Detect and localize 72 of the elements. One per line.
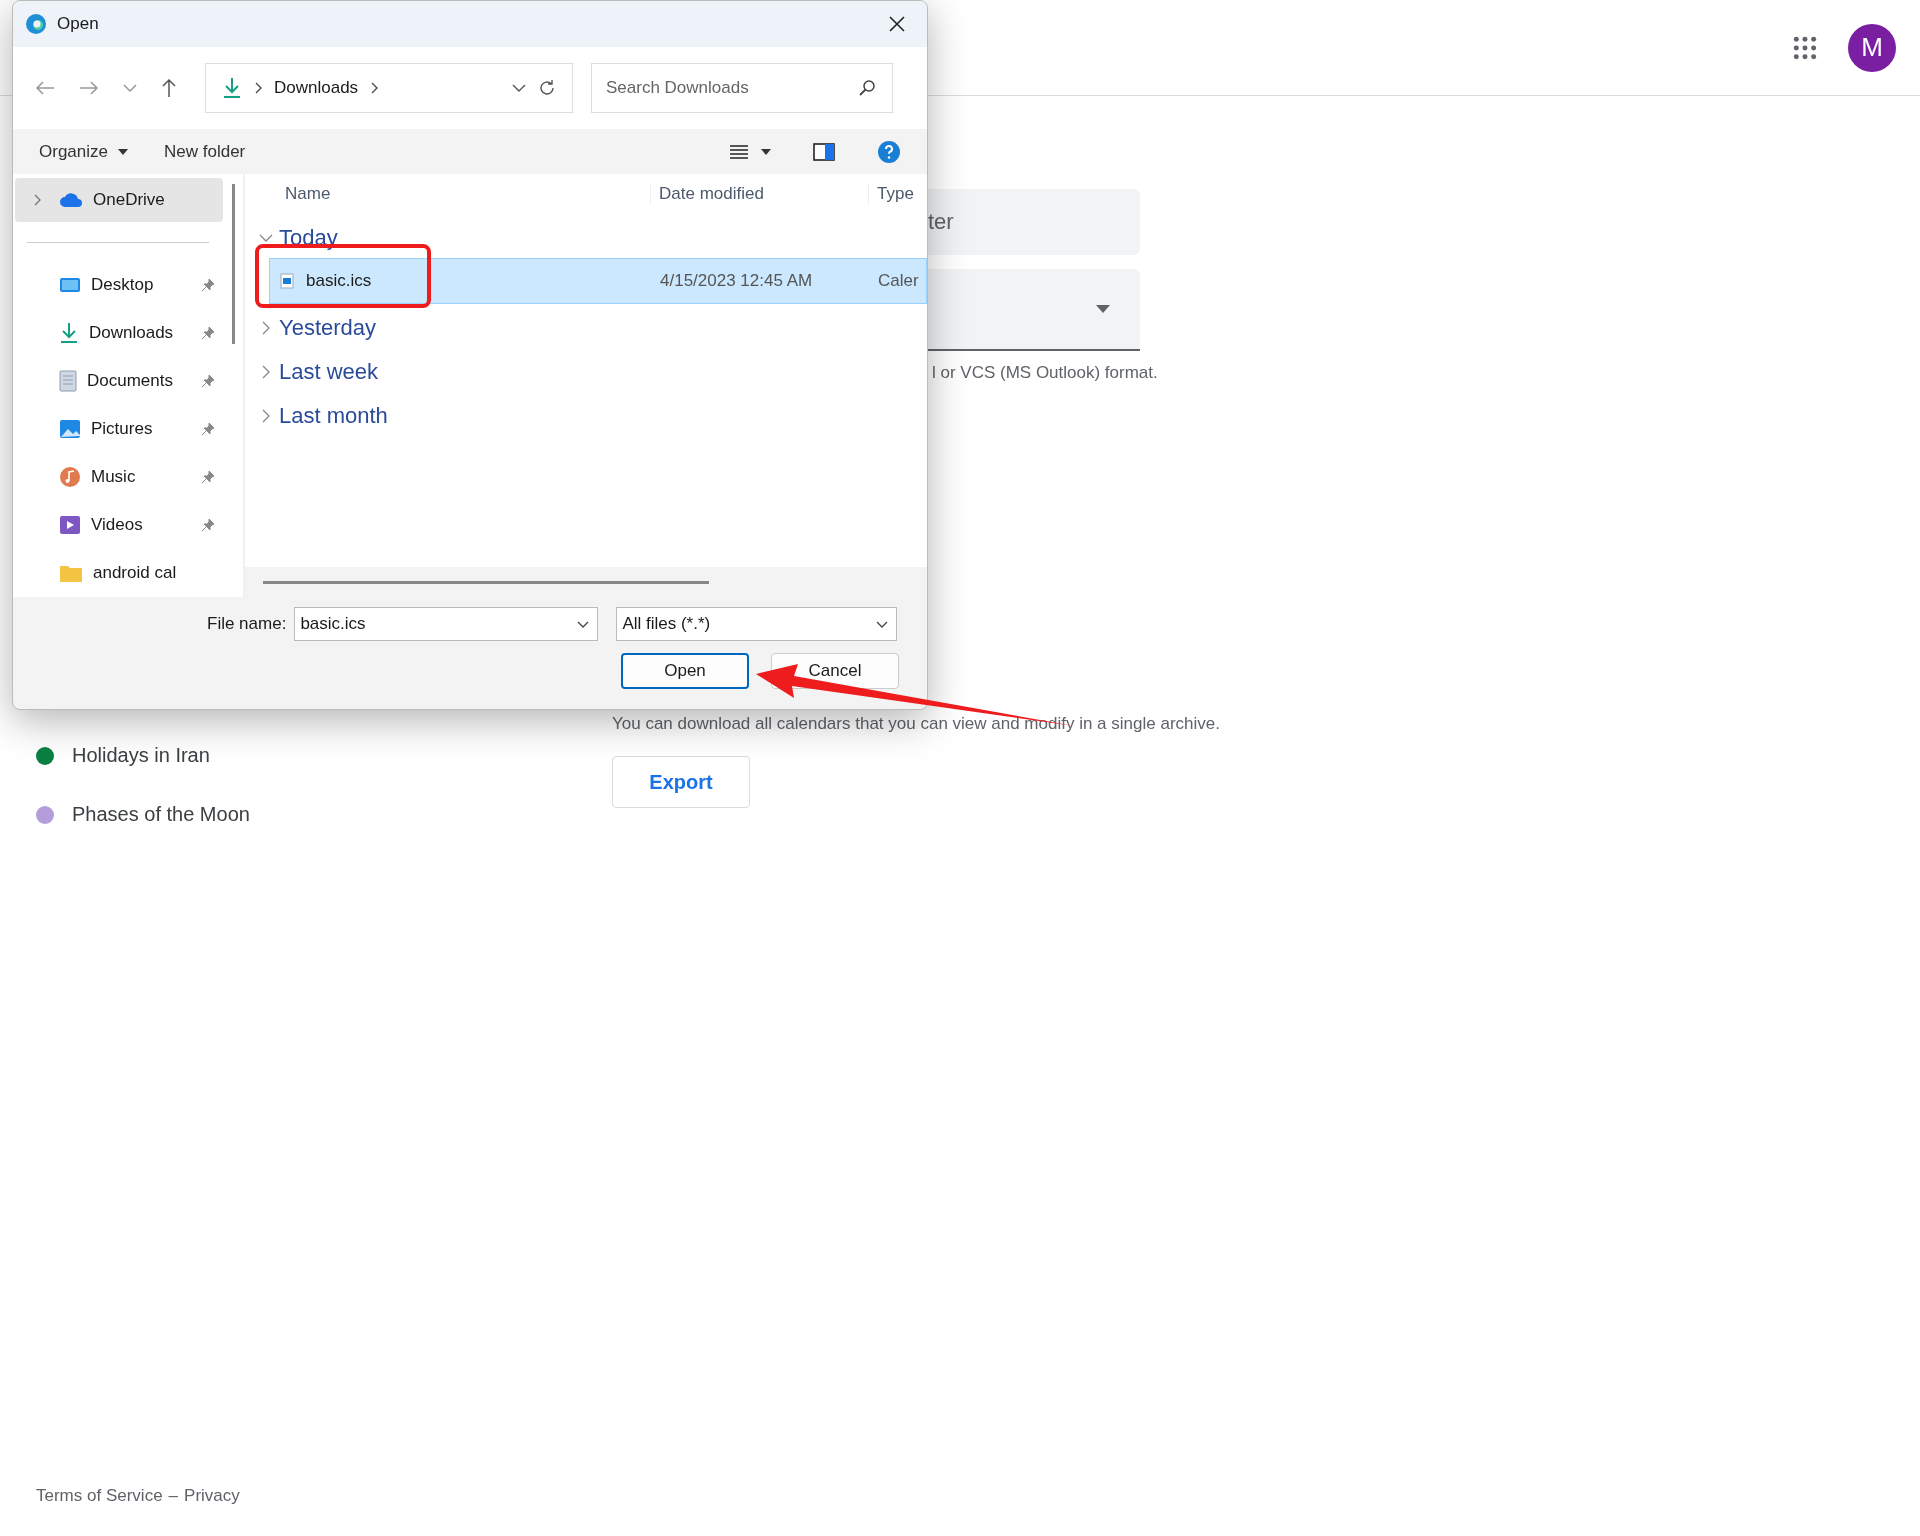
group-header[interactable]: Yesterday (251, 308, 927, 348)
dropdown-caret-icon (1096, 305, 1110, 313)
calendar-file-icon (280, 273, 294, 289)
nav-item[interactable]: OneDrive (15, 178, 223, 222)
export-description: You can download all calendars that you can view and modify in a single archive. (612, 714, 1220, 734)
column-header[interactable]: Type (869, 184, 914, 204)
scrollbar-thumb[interactable] (263, 580, 709, 584)
history-chevron-icon[interactable] (512, 84, 526, 92)
picture-icon (59, 419, 81, 439)
download-arrow-icon (222, 77, 242, 99)
export-button[interactable]: Export (612, 756, 750, 808)
dialog-title: Open (57, 14, 100, 34)
open-button[interactable]: Open (621, 653, 749, 689)
view-list-icon[interactable] (729, 143, 749, 160)
footer-separator: – (168, 1486, 179, 1507)
music-note-icon (59, 466, 81, 488)
preview-pane-icon[interactable] (813, 142, 835, 161)
help-icon[interactable] (877, 139, 901, 164)
dropdown-chevron-icon (876, 620, 889, 628)
video-icon (59, 515, 81, 535)
browser-logo-icon (25, 13, 47, 35)
back-arrow-icon[interactable] (35, 80, 55, 96)
file-name-label: File name: (207, 614, 287, 634)
expand-chevron-icon[interactable] (33, 194, 41, 206)
desktop-icon (59, 276, 81, 294)
search-input[interactable]: Search Downloads (604, 77, 858, 99)
group-header[interactable]: Last week (251, 352, 927, 392)
document-icon (59, 370, 77, 392)
breadcrumb-chevron-icon (370, 82, 379, 94)
dropdown-chevron-icon (577, 620, 590, 628)
calendar-name[interactable]: Phases of the Moon (72, 803, 250, 826)
group-header[interactable]: Last month (251, 396, 927, 436)
account-avatar[interactable]: M (1848, 23, 1896, 72)
new-folder-button[interactable]: New folder (152, 137, 258, 166)
nav-item[interactable]: Pictures (15, 407, 223, 451)
search-field[interactable]: Search Downloads (591, 63, 893, 113)
download-arrow-icon (59, 322, 79, 344)
privacy-link[interactable]: Privacy (184, 1486, 240, 1536)
terms-link[interactable]: Terms of Service (36, 1486, 163, 1536)
cloud-icon (59, 192, 83, 208)
select-field[interactable] (926, 269, 1140, 351)
organize-menu[interactable]: Organize (27, 137, 140, 166)
search-icon (858, 79, 876, 97)
file-name: basic.ics (306, 271, 372, 291)
up-arrow-icon[interactable] (161, 78, 177, 98)
nav-item[interactable]: android cal (15, 551, 223, 595)
nav-item[interactable]: Desktop (15, 263, 223, 307)
file-row[interactable]: basic.ics 4/15/2023 12:45 AM Caler (269, 258, 927, 304)
format-note: l or VCS (MS Outlook) format. (932, 363, 1158, 383)
calendar-name[interactable]: Holidays in Iran (72, 744, 210, 767)
folder-icon (59, 563, 83, 583)
caret-icon[interactable] (761, 148, 771, 155)
file-name-field[interactable]: basic.ics (294, 607, 599, 641)
file-date: 4/15/2023 12:45 AM (659, 271, 814, 291)
forward-arrow-icon[interactable] (79, 80, 99, 96)
apps-grid-icon[interactable] (1792, 34, 1818, 61)
refresh-icon[interactable] (538, 79, 556, 97)
nav-item[interactable]: Music (15, 455, 223, 499)
column-header[interactable]: Date modified (651, 184, 869, 204)
nav-item[interactable]: Documents (15, 359, 223, 403)
breadcrumb-chevron-icon (254, 82, 262, 94)
breadcrumb-location[interactable]: Downloads (274, 78, 359, 98)
nav-item[interactable]: Downloads (15, 311, 223, 355)
address-bar[interactable]: Downloads (205, 63, 573, 113)
file-type: Caler (877, 271, 919, 291)
recent-chevron-icon[interactable] (123, 84, 137, 92)
file-type-dropdown[interactable]: All files (*.*) (616, 607, 898, 641)
text-field[interactable]: ter (926, 189, 1140, 255)
column-header[interactable]: Name (251, 184, 651, 204)
nav-item[interactable]: Videos (15, 503, 223, 547)
caret-icon (118, 148, 128, 155)
close-icon[interactable] (889, 16, 905, 32)
